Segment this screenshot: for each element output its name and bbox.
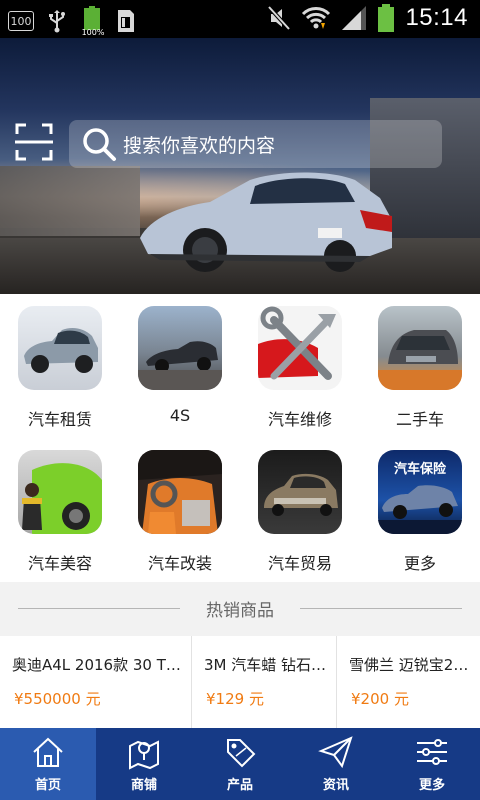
nav-products[interactable]: 产品 [192,728,288,800]
category-label: 二手车 [395,410,444,429]
bottom-nav: 首页 商铺 产品 资讯 更多 [0,728,480,800]
nav-home[interactable]: 首页 [0,728,96,800]
signal-icon [342,6,367,30]
storage-indicator-icon: 100 [8,11,34,31]
category-grid: 汽车租赁 4S 汽车维修 二手车 汽车美容 汽车改装 汽车贸易 汽车保险 更多 [0,294,480,582]
nav-store[interactable]: 商铺 [96,728,192,800]
category-repair[interactable]: 汽车维修 [240,294,360,438]
more-insurance-icon: 汽车保险 [378,450,462,534]
nav-label: 首页 [34,778,61,793]
hot-products-header: 热销商品 [0,582,480,636]
search-icon [83,128,116,161]
nav-more[interactable]: 更多 [384,728,480,800]
product-price: ¥129 元 [206,690,264,708]
category-car-modify[interactable]: 汽车改装 [120,438,240,582]
sale-tag-icon [227,739,256,768]
battery-full-icon: 100% [80,6,104,37]
category-label: 4S [169,406,191,425]
car-modify-icon [138,450,222,534]
nav-news[interactable]: 资讯 [288,728,384,800]
category-car-rental[interactable]: 汽车租赁 [0,294,120,438]
product-name: 奥迪A4L 2016款 30 TFSI [12,656,183,674]
nav-label: 商铺 [130,778,157,793]
battery-percent: 100% [81,28,105,37]
category-label: 汽车美容 [27,554,92,573]
paper-plane-icon [318,736,353,769]
category-label: 汽车租赁 [27,410,92,429]
used-car-icon [378,306,462,390]
clock-time: 15:14 [405,4,468,31]
home-icon [33,737,63,767]
sliders-icon [417,739,447,765]
product-list: 奥迪A4L 2016款 30 TFSI ¥550000 元 3M 汽车蜡 钻石级… [0,636,480,728]
battery-icon [378,4,395,32]
mute-icon [267,5,291,31]
product-name: 3M 汽车蜡 钻石级车蜡 [204,656,328,674]
search-placeholder: 搜索你喜欢的内容 [123,134,276,157]
product-price: ¥200 元 [351,690,409,708]
scan-icon[interactable] [14,122,54,162]
status-bar: 100 100% 15:14 [0,0,480,38]
store-map-icon [129,740,159,770]
usb-icon [49,10,65,33]
product-name: 雪佛兰 迈锐宝2.0L [349,656,472,674]
product-card[interactable]: 雪佛兰 迈锐宝2.0L ¥200 元 [337,636,480,728]
repair-tools-icon [258,306,342,390]
nav-label: 更多 [418,778,445,793]
nav-label: 产品 [226,778,253,793]
product-card[interactable]: 3M 汽车蜡 钻石级车蜡 ¥129 元 [192,636,337,728]
category-label: 更多 [403,554,436,573]
category-car-trade[interactable]: 汽车贸易 [240,438,360,582]
product-card[interactable]: 奥迪A4L 2016款 30 TFSI ¥550000 元 [0,636,192,728]
category-label: 汽车改装 [147,554,212,573]
category-more[interactable]: 汽车保险 更多 [360,438,480,582]
nav-label: 资讯 [322,778,349,793]
banner-car-image [140,172,392,272]
car-rental-icon [18,306,102,390]
divider [300,608,462,609]
category-car-beauty[interactable]: 汽车美容 [0,438,120,582]
4s-store-icon [138,306,222,390]
wifi-icon [302,7,331,29]
category-4s[interactable]: 4S [120,294,240,438]
sim-card-icon [118,10,134,32]
car-beauty-icon [18,450,102,534]
category-label: 汽车贸易 [267,554,332,573]
hero-banner[interactable]: 搜索你喜欢的内容 [0,38,480,294]
category-label: 汽车维修 [267,410,332,429]
category-used-car[interactable]: 二手车 [360,294,480,438]
product-price: ¥550000 元 [14,690,101,708]
search-bar[interactable]: 搜索你喜欢的内容 [69,120,442,168]
car-trade-icon [258,450,342,534]
